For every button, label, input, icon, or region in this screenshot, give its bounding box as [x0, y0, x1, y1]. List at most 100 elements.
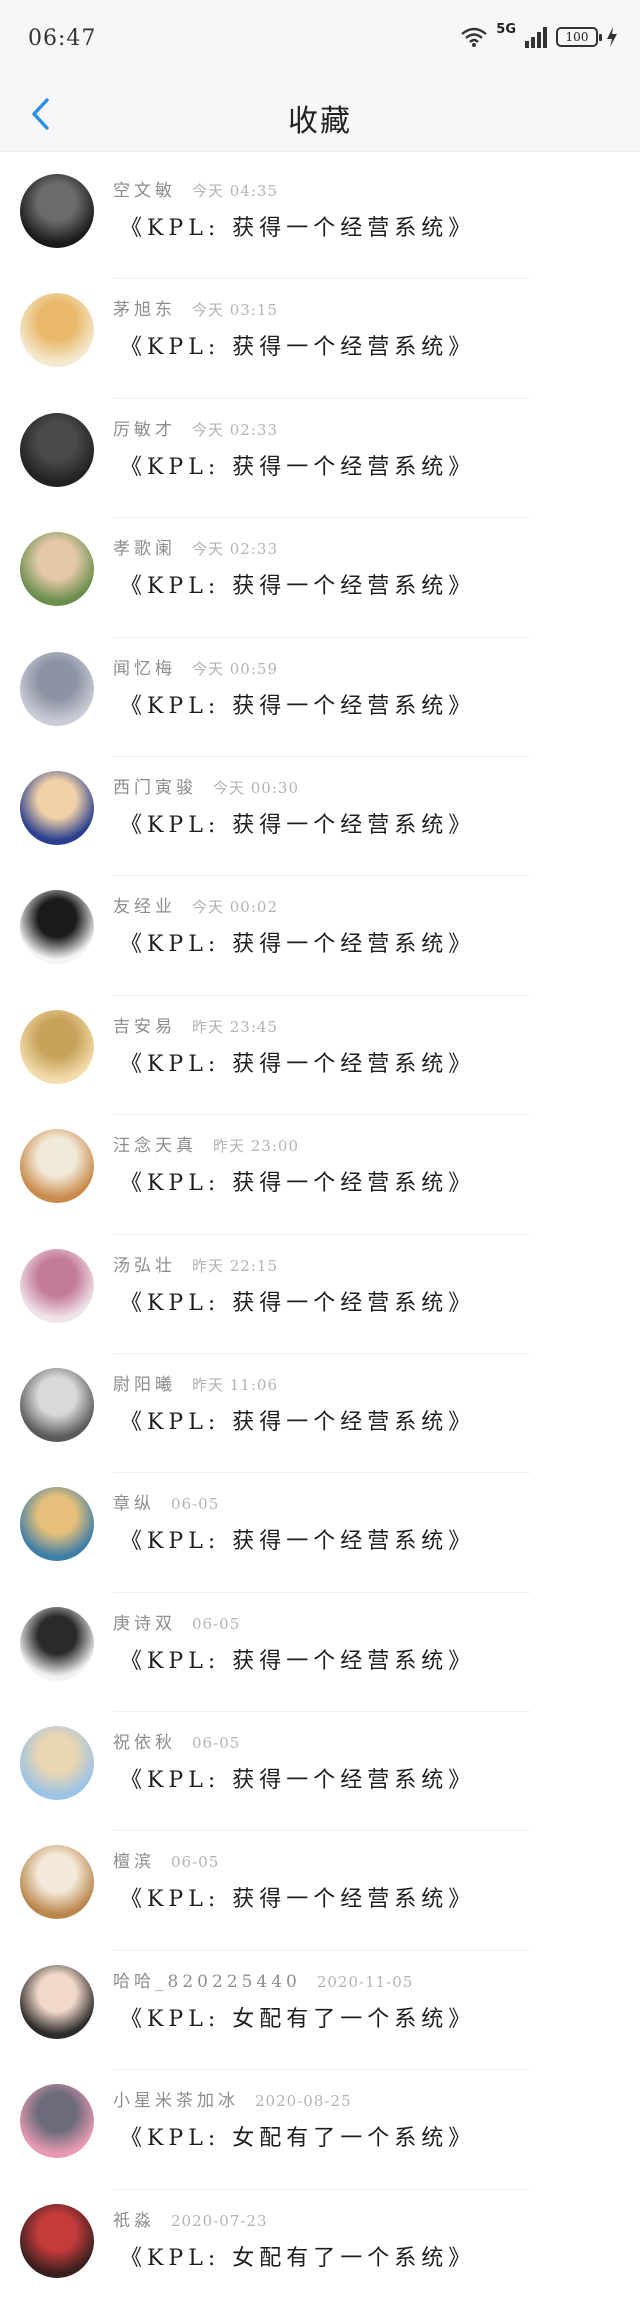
- avatar[interactable]: [20, 1606, 94, 1681]
- timestamp: 今天 02:33: [192, 420, 278, 439]
- item-meta: 汤弘壮 昨天 22:15: [113, 1251, 278, 1276]
- book-title: 《KPL: 获得一个经营系统》: [120, 574, 476, 600]
- user-name: 哈哈_820225440: [113, 1971, 301, 1992]
- list-item[interactable]: 吉安易 昨天 23:45 《KPL: 获得一个经营系统》: [0, 996, 640, 1116]
- list-item[interactable]: 厉敏才 今天 02:33 《KPL: 获得一个经营系统》: [0, 399, 640, 519]
- item-meta: 茅旭东 今天 03:15: [113, 295, 278, 320]
- user-name: 孝歌阑: [113, 539, 176, 560]
- book-title: 《KPL: 获得一个经营系统》: [120, 1887, 476, 1913]
- avatar[interactable]: [20, 1009, 94, 1084]
- item-meta: 哈哈_820225440 2020-11-05: [113, 1967, 413, 1992]
- timestamp: 昨天 22:15: [192, 1256, 278, 1275]
- list-item[interactable]: 檀滨 06-05 《KPL: 获得一个经营系统》: [0, 1831, 640, 1951]
- book-title: 《KPL: 女配有了一个系统》: [120, 2245, 476, 2271]
- list-item[interactable]: 汪念天真 昨天 23:00 《KPL: 获得一个经营系统》: [0, 1115, 640, 1235]
- user-name: 小星米茶加冰: [113, 2091, 239, 2112]
- list-item[interactable]: 空文敏 今天 04:35 《KPL: 获得一个经营系统》: [0, 160, 640, 280]
- timestamp: 今天 03:15: [192, 301, 278, 320]
- user-name: 章纵: [113, 1494, 155, 1515]
- avatar[interactable]: [20, 412, 94, 487]
- wifi-icon: [460, 26, 488, 48]
- item-meta: 尉阳曦 昨天 11:06: [113, 1370, 278, 1395]
- signal-icon: [524, 26, 548, 48]
- user-name: 空文敏: [113, 181, 176, 201]
- list-item[interactable]: 小星米茶加冰 2020-08-25 《KPL: 女配有了一个系统》: [0, 2070, 640, 2190]
- avatar[interactable]: [20, 770, 94, 845]
- avatar[interactable]: [20, 651, 94, 726]
- book-title: 《KPL: 获得一个经营系统》: [120, 1768, 476, 1794]
- book-title: 《KPL: 获得一个经营系统》: [120, 1529, 476, 1555]
- timestamp: 今天 00:59: [192, 659, 278, 678]
- status-icons: 5G 100: [460, 22, 618, 48]
- avatar[interactable]: [20, 174, 94, 248]
- avatar[interactable]: [20, 2203, 94, 2278]
- avatar[interactable]: [20, 1726, 94, 1801]
- item-meta: 厉敏才 今天 02:33: [113, 415, 278, 440]
- book-title: 《KPL: 获得一个经营系统》: [120, 1648, 476, 1674]
- book-title: 《KPL: 女配有了一个系统》: [120, 2006, 476, 2032]
- book-title: 《KPL: 获得一个经营系统》: [120, 1051, 476, 1077]
- book-title: 《KPL: 获得一个经营系统》: [120, 335, 476, 361]
- list-item[interactable]: 哈哈_820225440 2020-11-05 《KPL: 女配有了一个系统》: [0, 1951, 640, 2071]
- battery-icon: 100: [556, 27, 602, 47]
- timestamp: 06-05: [192, 1614, 241, 1633]
- item-meta: 西门寅骏 今天 00:30: [113, 773, 299, 798]
- user-name: 汤弘壮: [113, 1255, 176, 1276]
- user-name: 祝依秋: [113, 1733, 176, 1754]
- avatar[interactable]: [20, 1487, 94, 1562]
- item-meta: 檀滨 06-05: [113, 1847, 219, 1872]
- item-meta: 小星米茶加冰 2020-08-25: [113, 2086, 351, 2111]
- timestamp: 昨天 23:00: [213, 1137, 299, 1156]
- timestamp: 06-05: [192, 1734, 241, 1753]
- user-name: 尉阳曦: [113, 1374, 176, 1395]
- user-name: 祇淼: [113, 2210, 155, 2231]
- network-type: 5G: [496, 21, 516, 37]
- nav-bar: 收藏: [0, 80, 640, 152]
- timestamp: 2020-11-05: [316, 1972, 414, 1991]
- avatar[interactable]: [20, 1129, 94, 1204]
- item-meta: 闻忆梅 今天 00:59: [113, 654, 278, 679]
- user-name: 庚诗双: [113, 1613, 176, 1634]
- list-item[interactable]: 茅旭东 今天 03:15 《KPL: 获得一个经营系统》: [0, 279, 640, 399]
- book-title: 《KPL: 获得一个经营系统》: [120, 216, 476, 241]
- list-item[interactable]: 尉阳曦 昨天 11:06 《KPL: 获得一个经营系统》: [0, 1354, 640, 1474]
- timestamp: 06-05: [171, 1495, 220, 1514]
- user-name: 厉敏才: [113, 419, 176, 440]
- avatar[interactable]: [20, 1964, 94, 2039]
- item-meta: 汪念天真 昨天 23:00: [113, 1131, 299, 1156]
- list-item[interactable]: 孝歌阑 今天 02:33 《KPL: 获得一个经营系统》: [0, 518, 640, 638]
- book-title: 《KPL: 获得一个经营系统》: [120, 812, 476, 838]
- item-meta: 孝歌阑 今天 02:33: [113, 534, 278, 559]
- charging-icon: [606, 26, 618, 48]
- avatar[interactable]: [20, 1845, 94, 1920]
- avatar[interactable]: [20, 1367, 94, 1442]
- avatar[interactable]: [20, 890, 94, 965]
- list-item[interactable]: 汤弘壮 昨天 22:15 《KPL: 获得一个经营系统》: [0, 1235, 640, 1354]
- list-item[interactable]: 友经业 今天 00:02 《KPL: 获得一个经营系统》: [0, 876, 640, 996]
- user-name: 檀滨: [113, 1852, 155, 1873]
- book-title: 《KPL: 获得一个经营系统》: [120, 932, 476, 958]
- user-name: 友经业: [113, 897, 176, 918]
- book-title: 《KPL: 获得一个经营系统》: [120, 454, 476, 480]
- list-item[interactable]: 章纵 06-05 《KPL: 获得一个经营系统》: [0, 1473, 640, 1593]
- timestamp: 今天 04:35: [192, 182, 278, 200]
- avatar[interactable]: [20, 1248, 94, 1323]
- list-item[interactable]: 庚诗双 06-05 《KPL: 获得一个经营系统》: [0, 1593, 640, 1713]
- item-meta: 庚诗双 06-05: [113, 1609, 240, 1634]
- page-title: 收藏: [288, 104, 352, 139]
- avatar[interactable]: [20, 532, 94, 607]
- status-time: 06:47: [28, 26, 97, 51]
- list-item[interactable]: 西门寅骏 今天 00:30 《KPL: 获得一个经营系统》: [0, 757, 640, 877]
- book-title: 《KPL: 获得一个经营系统》: [120, 1409, 476, 1435]
- item-meta: 祝依秋 06-05: [113, 1728, 240, 1753]
- list-item[interactable]: 祝依秋 06-05 《KPL: 获得一个经营系统》: [0, 1712, 640, 1832]
- avatar[interactable]: [20, 293, 94, 368]
- status-bar: 06:47 5G 100: [0, 0, 640, 80]
- book-title: 《KPL: 女配有了一个系统》: [120, 2126, 476, 2152]
- timestamp: 2020-08-25: [255, 2092, 352, 2111]
- timestamp: 今天 00:02: [192, 898, 278, 917]
- list-item[interactable]: 祇淼 2020-07-23 《KPL: 女配有了一个系统》: [0, 2190, 640, 2303]
- avatar[interactable]: [20, 2084, 94, 2159]
- list-item[interactable]: 闻忆梅 今天 00:59 《KPL: 获得一个经营系统》: [0, 638, 640, 757]
- item-meta: 吉安易 昨天 23:45: [113, 1012, 278, 1037]
